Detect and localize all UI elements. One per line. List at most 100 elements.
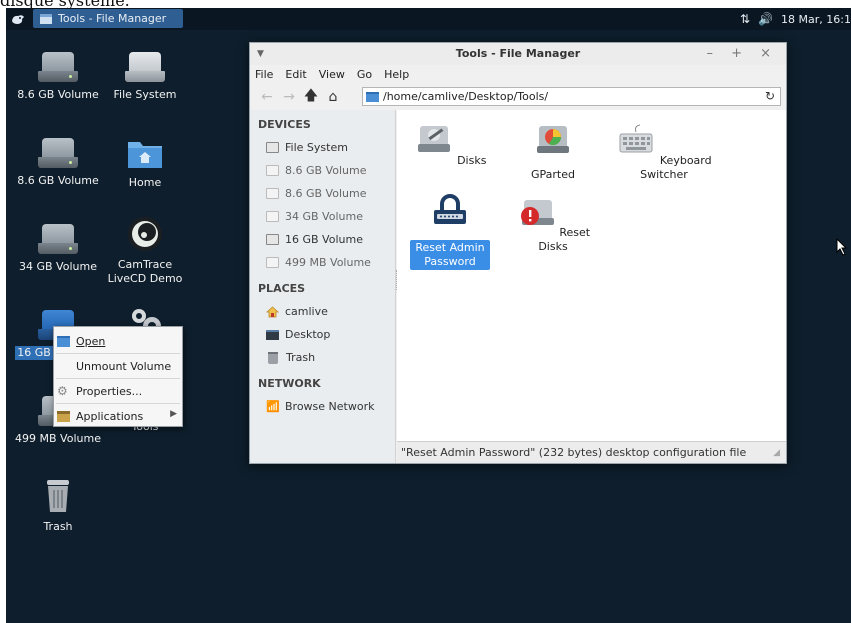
file-item-label: Disks xyxy=(457,154,487,167)
location-input[interactable] xyxy=(383,90,763,103)
window-controls[interactable]: – + × xyxy=(706,43,778,65)
volume-indicator-icon[interactable]: 🔊 xyxy=(758,12,773,26)
desktop-icon-volume-8-6-b[interactable]: 8.6 GB Volume xyxy=(13,138,103,188)
sidebar-item-label: Desktop xyxy=(285,328,331,341)
reload-icon[interactable]: ↻ xyxy=(765,89,775,103)
desktop[interactable]: Tools - File Manager ⇅ 🔊 18 Mar, 16:1 8.… xyxy=(6,8,851,623)
wifi-icon: 📶 xyxy=(266,400,280,413)
window-titlebar[interactable]: ▼ Tools - File Manager – + × xyxy=(250,43,786,65)
top-strip-text: disque système. xyxy=(0,0,130,8)
drive-icon xyxy=(38,138,78,168)
file-manager-window[interactable]: ▼ Tools - File Manager – + × File Edit V… xyxy=(249,42,787,464)
disks-icon xyxy=(417,126,450,152)
context-item-open[interactable]: Open xyxy=(54,329,182,353)
window-title: Tools - File Manager xyxy=(455,47,581,60)
context-item-label: Unmount Volume xyxy=(76,359,172,373)
icon-view[interactable]: Disks GParted Keyboard Switcher Reset Ad… xyxy=(397,110,786,441)
desktop-icon-label: 8.6 GB Volume xyxy=(17,88,99,101)
context-item-unmount[interactable]: Unmount Volume xyxy=(54,354,182,378)
file-item-label: Reset Admin Password xyxy=(410,240,490,270)
file-item-disks[interactable]: Disks xyxy=(410,122,490,168)
desktop-icon-home[interactable]: Home xyxy=(100,138,190,190)
gparted-icon xyxy=(537,126,569,153)
devices-header: DEVICES xyxy=(258,118,311,131)
sidebar-item-volume-8-6-a[interactable]: 8.6 GB Volume xyxy=(250,159,395,182)
sidebar-item-file-system[interactable]: File System xyxy=(250,136,395,159)
submenu-arrow-icon: ▶ xyxy=(170,409,177,419)
desktop-icon-label: 499 MB Volume xyxy=(15,432,101,445)
up-arrow-icon[interactable]: 🡅 xyxy=(300,85,322,109)
file-item-label: GParted xyxy=(531,168,575,181)
menu-help[interactable]: Help xyxy=(384,68,409,81)
desktop-icon-label: Trash xyxy=(43,520,73,533)
context-item-label: Applications xyxy=(76,409,144,423)
desktop-icon-label: 34 GB Volume xyxy=(19,260,97,273)
sidebar-item-volume-8-6-b[interactable]: 8.6 GB Volume xyxy=(250,182,395,205)
panel-clock[interactable]: 18 Mar, 16:1 xyxy=(781,13,851,26)
sidebar-item-label: 8.6 GB Volume xyxy=(285,164,367,177)
desktop-icon-trash[interactable]: Trash xyxy=(13,478,103,534)
drive-icon xyxy=(38,224,78,254)
desktop-icon xyxy=(266,329,279,340)
window-menu-icon[interactable]: ▼ xyxy=(257,43,264,65)
sidebar-item-label: Trash xyxy=(286,351,316,364)
folder-icon xyxy=(57,335,70,347)
menu-edit[interactable]: Edit xyxy=(285,68,306,81)
side-pane: DEVICES File System 8.6 GB Volume 8.6 GB… xyxy=(250,110,396,463)
desktop-icon-label: 16 GB xyxy=(15,346,53,360)
file-item-keyboard-switcher[interactable]: Keyboard Switcher xyxy=(614,122,714,182)
toolbar: ← → 🡅 ⌂ ↻ xyxy=(250,84,786,110)
network-indicator-icon[interactable]: ⇅ xyxy=(740,12,750,26)
context-item-label: Properties... xyxy=(76,384,143,398)
desktop-icon-label: Home xyxy=(128,176,162,189)
home-icon xyxy=(266,305,279,317)
sidebar-item-camlive[interactable]: camlive xyxy=(250,300,395,323)
context-item-properties[interactable]: ⚙ Properties... xyxy=(54,379,182,403)
sidebar-item-desktop[interactable]: Desktop xyxy=(250,323,395,346)
folder-icon xyxy=(366,91,379,102)
padlock-icon xyxy=(434,194,466,224)
sidebar-item-trash[interactable]: Trash xyxy=(250,346,395,369)
context-item-applications[interactable]: Applications ▶ xyxy=(54,404,182,428)
sidebar-item-label: 499 MB Volume xyxy=(285,256,371,269)
desktop-icon-file-system[interactable]: File System xyxy=(100,52,190,102)
sidebar-item-label: 34 GB Volume xyxy=(285,210,363,223)
menu-go[interactable]: Go xyxy=(357,68,372,81)
forward-arrow-icon[interactable]: → xyxy=(278,89,300,105)
top-text-strip: disque système. xyxy=(0,0,851,8)
whisker-menu-icon[interactable] xyxy=(10,11,26,27)
sidebar-item-volume-499[interactable]: 499 MB Volume xyxy=(250,251,395,274)
taskbar-window-button[interactable]: Tools - File Manager xyxy=(33,9,183,28)
sidebar-item-browse-network[interactable]: 📶 Browse Network xyxy=(250,395,395,418)
reset-disk-icon xyxy=(520,200,554,225)
trash-icon xyxy=(268,351,278,364)
file-item-reset-disks[interactable]: Reset Disks xyxy=(513,194,593,254)
home-icon[interactable]: ⌂ xyxy=(322,89,344,105)
menubar: File Edit View Go Help xyxy=(250,65,786,84)
context-item-label: Open xyxy=(76,334,106,348)
file-item-reset-admin-password[interactable]: Reset Admin Password xyxy=(410,194,490,270)
drive-icon xyxy=(266,257,279,268)
window-body: DEVICES File System 8.6 GB Volume 8.6 GB… xyxy=(250,110,786,463)
menu-file[interactable]: File xyxy=(255,68,273,81)
desktop-icon-volume-8-6-a[interactable]: 8.6 GB Volume xyxy=(13,52,103,102)
status-text: "Reset Admin Password" (232 bytes) deskt… xyxy=(401,446,747,459)
sidebar-item-volume-16[interactable]: 16 GB Volume xyxy=(250,228,395,251)
home-folder-icon xyxy=(128,142,162,168)
drive-icon xyxy=(38,52,78,82)
sidebar-item-volume-34[interactable]: 34 GB Volume xyxy=(250,205,395,228)
file-item-label: Reset Disks xyxy=(538,226,591,253)
back-arrow-icon[interactable]: ← xyxy=(256,89,278,105)
desktop-icon-camtrace[interactable]: CamTrace LiveCD Demo xyxy=(100,216,190,286)
file-item-gparted[interactable]: GParted xyxy=(513,122,593,182)
desktop-icon-label: CamTrace LiveCD Demo xyxy=(107,258,183,285)
desktop-icon-volume-34[interactable]: 34 GB Volume xyxy=(13,224,103,274)
camtrace-logo-icon xyxy=(128,217,162,251)
window-icon xyxy=(40,13,52,24)
sidebar-item-label: Browse Network xyxy=(285,400,375,413)
desktop-icon-label: File System xyxy=(113,88,177,101)
drive-icon xyxy=(266,211,279,222)
resize-grip-icon[interactable]: ◢ xyxy=(773,443,780,464)
menu-view[interactable]: View xyxy=(319,68,345,81)
location-bar[interactable]: ↻ xyxy=(362,87,781,106)
